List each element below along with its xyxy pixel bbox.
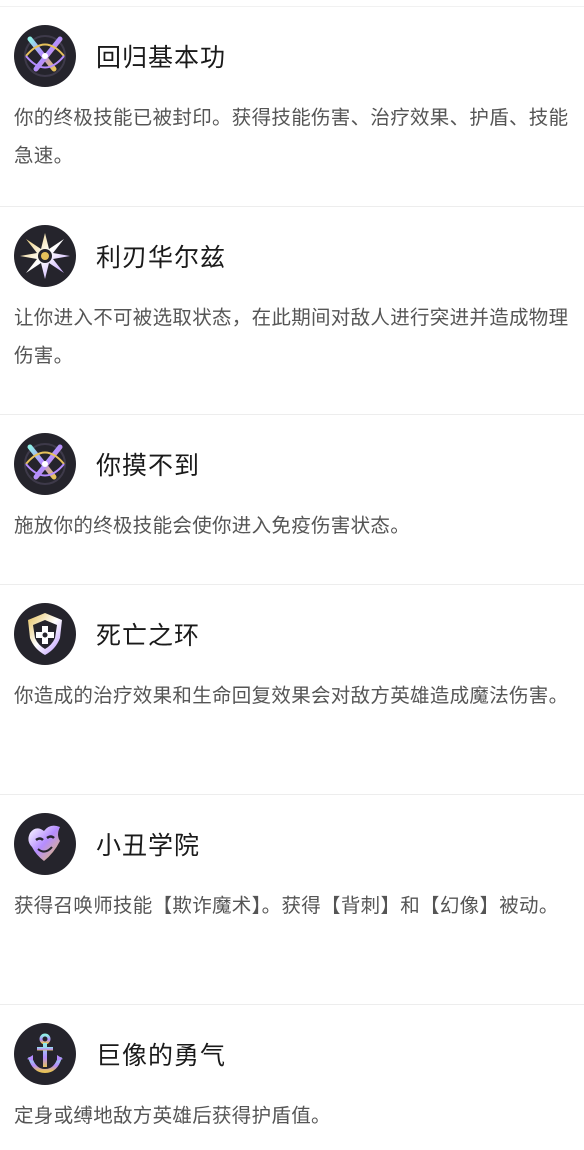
augment-description: 施放你的终极技能会使你进入免疫伤害状态。 [14,514,411,537]
augment-title: 你摸不到 [96,451,201,480]
augment-title: 利刃华尔兹 [96,243,227,272]
augment-description: 让你进入不可被选取状态，在此期间对敌人进行突进并造成物理伤害。 [14,306,569,367]
augment-card-4[interactable]: 死亡之环 你造成的治疗效果和生命回复效果会对敌方英雄造成魔法伤害。 [0,584,584,794]
augment-list: 回归基本功 你的终极技能已被封印。获得技能伤害、治疗效果、护盾、技能急速。 利刃… [0,0,584,1150]
augment-description: 获得召唤师技能【欺诈魔术】。获得【背刺】和【幻像】被动。 [14,894,559,917]
blade-burst-icon [14,225,76,287]
augment-card-2[interactable]: 利刃华尔兹 让你进入不可被选取状态，在此期间对敌人进行突进并造成物理伤害。 [0,206,584,414]
augment-title: 小丑学院 [96,831,201,860]
augment-description: 定身或缚地敌方英雄后获得护盾值。 [14,1104,331,1127]
augment-card-3[interactable]: 你摸不到 施放你的终极技能会使你进入免疫伤害状态。 [0,414,584,584]
jester-mask-icon [14,813,76,875]
augment-card-1[interactable]: 回归基本功 你的终极技能已被封印。获得技能伤害、治疗效果、护盾、技能急速。 [0,6,584,206]
crossed-swords-icon [14,25,76,87]
augment-card-6[interactable]: 巨像的勇气 定身或缚地敌方英雄后获得护盾值。 [0,1004,584,1150]
augment-title: 巨像的勇气 [96,1041,227,1070]
augment-header: 你摸不到 [14,433,200,495]
augment-header: 死亡之环 [14,603,200,665]
shield-cross-icon [14,603,76,665]
augment-header: 巨像的勇气 [14,1023,226,1085]
crossed-swords-icon [14,433,76,495]
augment-title: 死亡之环 [96,621,201,650]
augment-title: 回归基本功 [96,43,227,72]
augment-description: 你的终极技能已被封印。获得技能伤害、治疗效果、护盾、技能急速。 [14,106,569,167]
augment-card-5[interactable]: 小丑学院 获得召唤师技能【欺诈魔术】。获得【背刺】和【幻像】被动。 [0,794,584,1004]
augment-description: 你造成的治疗效果和生命回复效果会对敌方英雄造成魔法伤害。 [14,684,569,707]
anchor-icon [14,1023,76,1085]
augment-header: 回归基本功 [14,25,226,87]
augment-header: 利刃华尔兹 [14,225,226,287]
augment-header: 小丑学院 [14,813,200,875]
